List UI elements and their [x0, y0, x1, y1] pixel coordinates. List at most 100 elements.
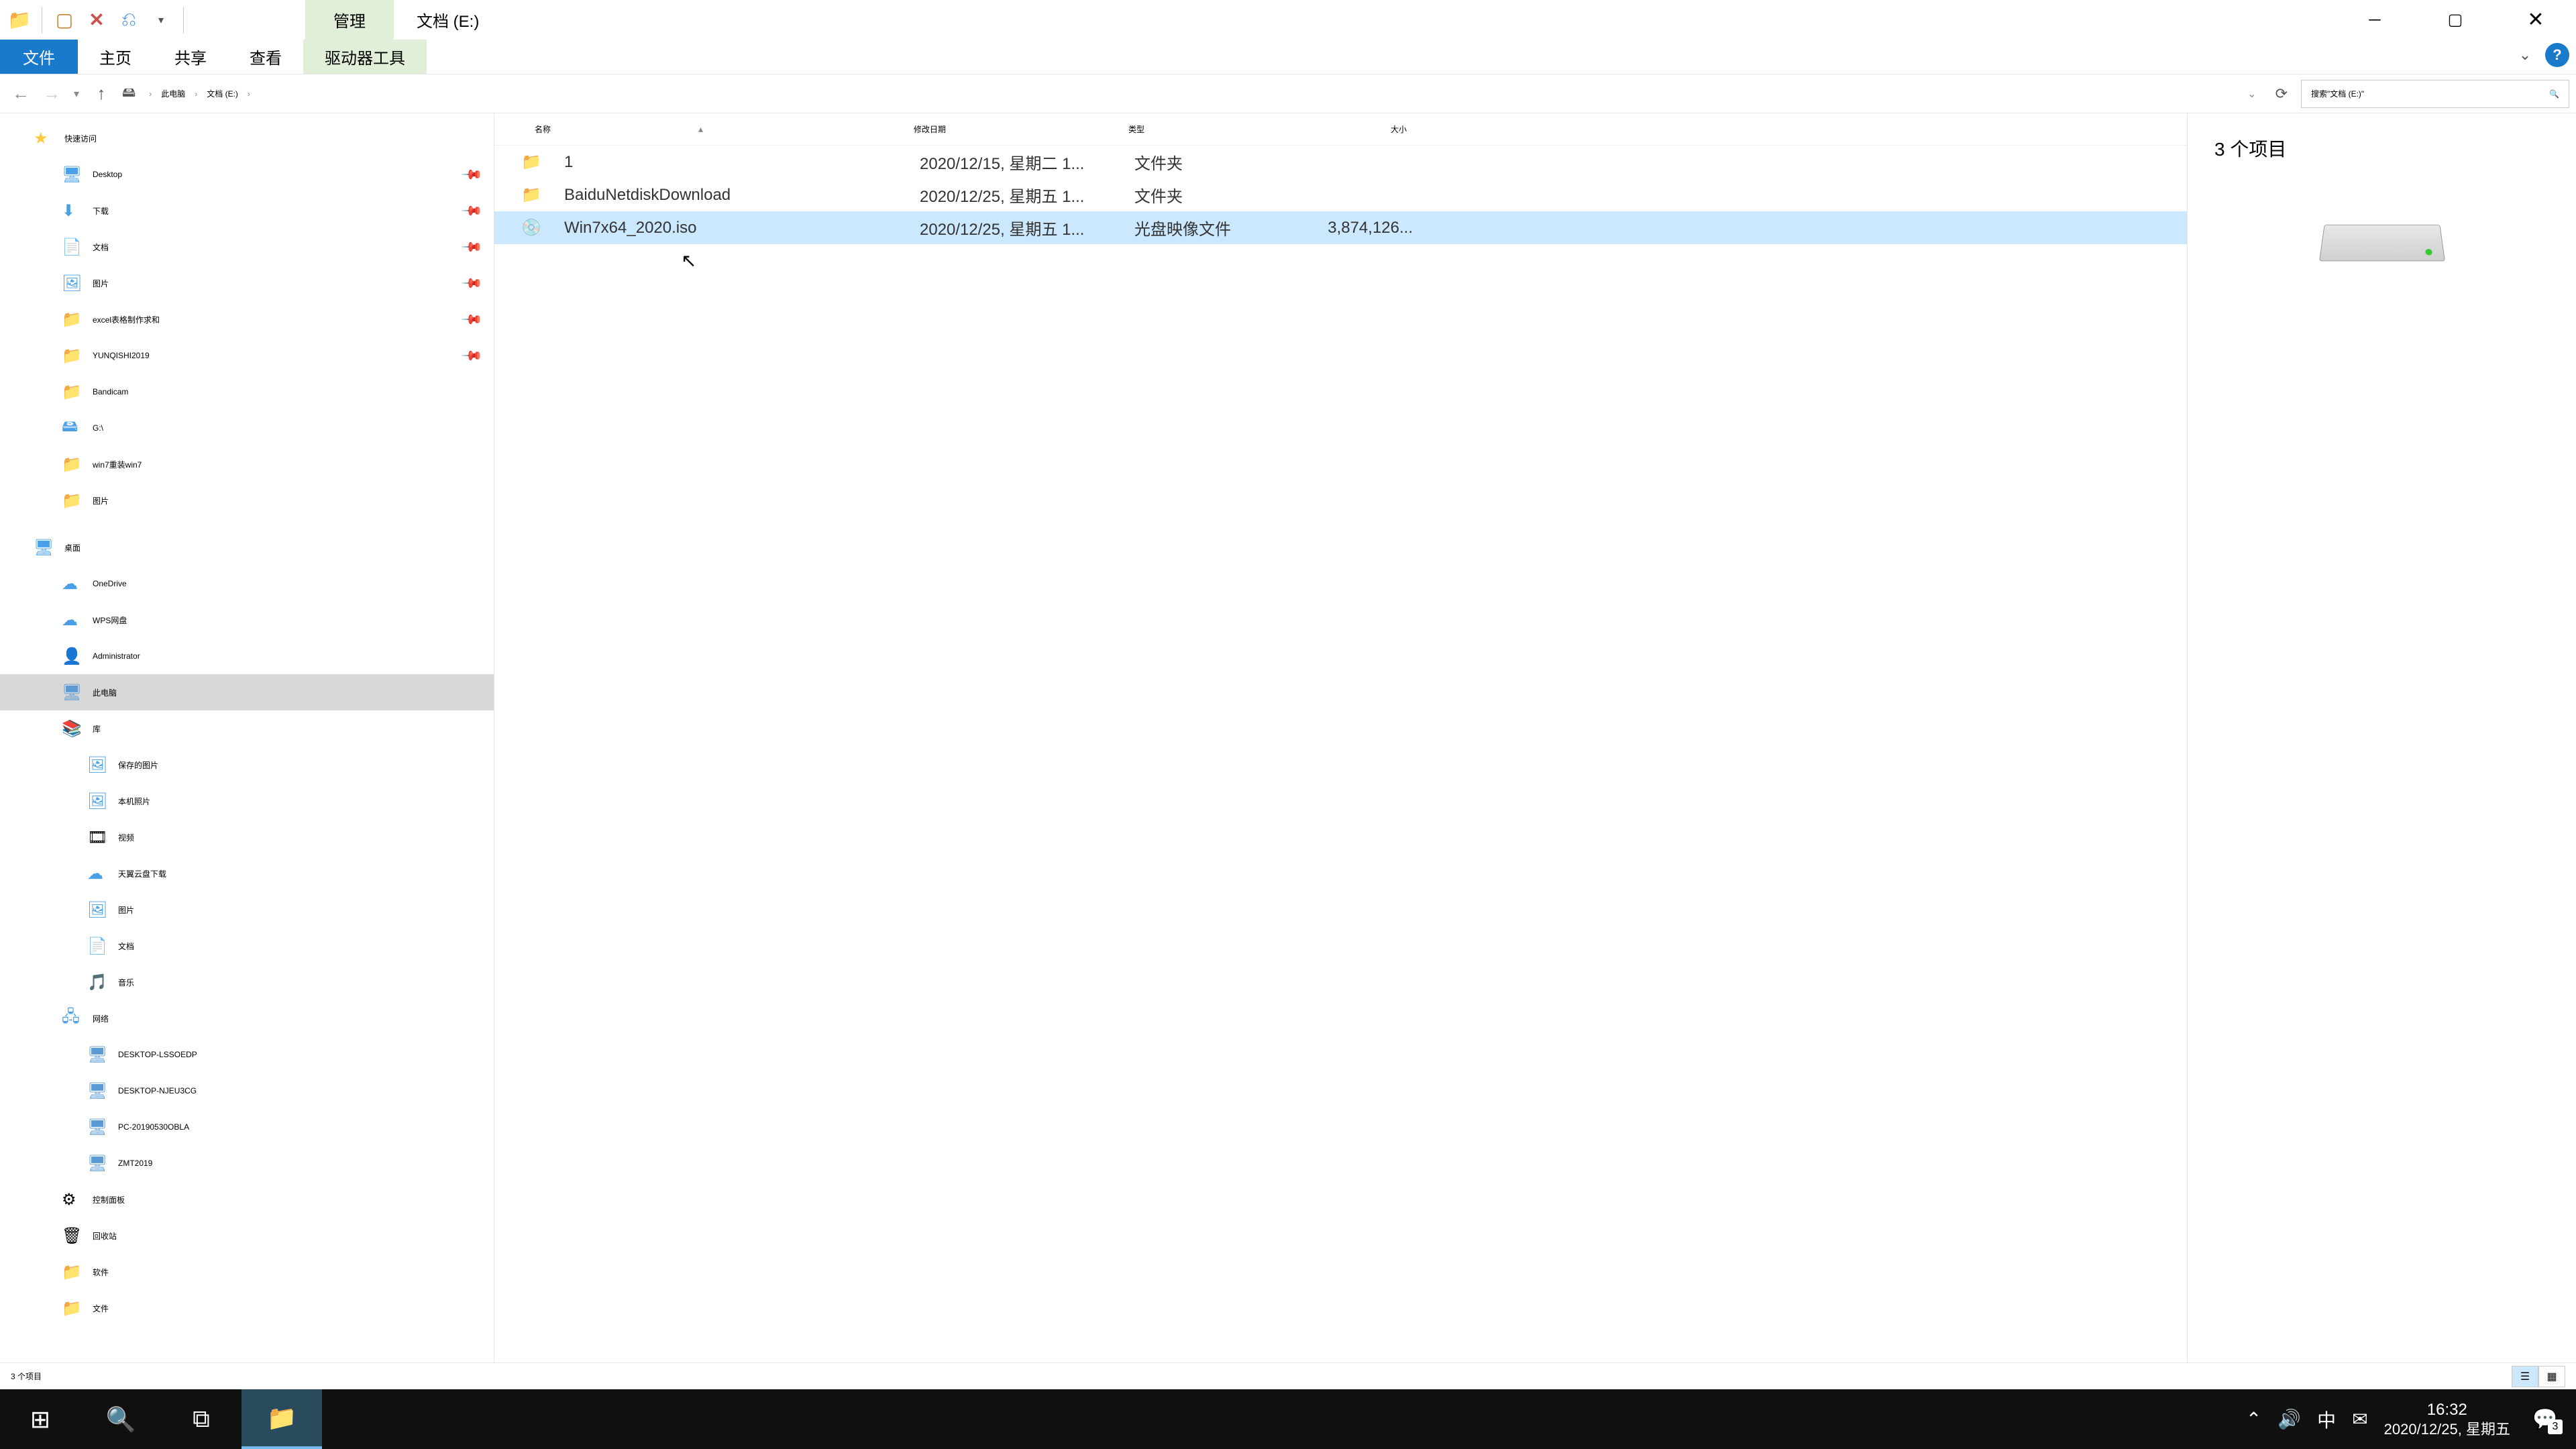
nav-tianyi[interactable]: ☁天翼云盘下载	[0, 855, 494, 892]
back-button[interactable]: ←	[7, 80, 35, 108]
breadcrumb-segment[interactable]: 文档 (E:)	[204, 88, 241, 99]
icons-view-button[interactable]: ▦	[2538, 1366, 2565, 1387]
expand-ribbon-icon[interactable]: ⌄	[2513, 43, 2537, 67]
nav-label: PC-20190530OBLA	[118, 1122, 189, 1132]
tab-view[interactable]: 查看	[228, 40, 303, 74]
nav-label: 网络	[93, 1013, 109, 1024]
tab-file[interactable]: 文件	[0, 40, 78, 74]
help-icon[interactable]: ?	[2545, 43, 2569, 67]
maximize-button[interactable]: ▢	[2415, 0, 2496, 40]
chevron-right-icon[interactable]: ›	[241, 89, 257, 99]
forward-button[interactable]: →	[38, 80, 66, 108]
folder-icon: 📁	[521, 152, 545, 172]
nav-quick-access[interactable]: ★快速访问	[0, 120, 494, 156]
delete-icon[interactable]: ✕	[83, 6, 111, 34]
file-row-selected[interactable]: 💿 Win7x64_2020.iso 2020/12/25, 星期五 1... …	[494, 211, 2187, 244]
status-bar: 3 个项目 ☰ ▦	[0, 1362, 2576, 1389]
tab-home[interactable]: 主页	[78, 40, 153, 74]
undo-icon[interactable]: ⎌	[115, 6, 143, 34]
nav-net-pc-3[interactable]: 🖥PC-20190530OBLA	[0, 1109, 494, 1145]
nav-desktop[interactable]: 🖥Desktop📌	[0, 156, 494, 193]
nav-network[interactable]: 🖧 网络	[0, 1000, 494, 1036]
search-input[interactable]: 搜索"文档 (E:)" 🔍	[2301, 80, 2569, 108]
chevron-right-icon[interactable]: ›	[142, 89, 158, 99]
nav-libraries[interactable]: 📚库	[0, 710, 494, 747]
nav-downloads[interactable]: ⬇下载📌	[0, 193, 494, 229]
nav-wps[interactable]: ☁WPS网盘	[0, 602, 494, 638]
folder-icon: 📁	[62, 1263, 86, 1282]
nav-desktop-root[interactable]: 🖥桌面	[0, 529, 494, 566]
details-view-button[interactable]: ☰	[2512, 1366, 2538, 1387]
chevron-right-icon[interactable]: ›	[188, 89, 204, 99]
nav-documents-2[interactable]: 📄文档	[0, 928, 494, 964]
nav-videos[interactable]: 🎞视频	[0, 819, 494, 855]
tab-share[interactable]: 共享	[153, 40, 228, 74]
navigation-pane[interactable]: ★快速访问 🖥Desktop📌 ⬇下载📌 📄文档📌 🖼图片📌 📁excel表格制…	[0, 113, 494, 1362]
col-name[interactable]: 名称▴	[521, 123, 900, 135]
nav-software[interactable]: 📁软件	[0, 1254, 494, 1290]
nav-label: 此电脑	[93, 687, 117, 698]
qat-dropdown-icon[interactable]: ▾	[147, 6, 175, 34]
search-icon[interactable]: 🔍	[2549, 89, 2559, 99]
item-count: 3 个项目	[2214, 135, 2549, 162]
status-text: 3 个项目	[11, 1371, 42, 1382]
tray-app-icon[interactable]: ✉	[2352, 1408, 2367, 1430]
action-center-icon[interactable]: 💬3	[2526, 1401, 2564, 1438]
cell-type: 文件夹	[1121, 150, 1299, 174]
nav-excel-folder[interactable]: 📁excel表格制作求和📌	[0, 301, 494, 337]
nav-pictures-2[interactable]: 📁图片	[0, 482, 494, 519]
nav-documents[interactable]: 📄文档📌	[0, 229, 494, 265]
breadcrumb-segment[interactable]: 此电脑	[158, 88, 188, 99]
nav-saved-pictures[interactable]: 🖼保存的图片	[0, 747, 494, 783]
breadcrumb[interactable]: 🖴 › 此电脑 › 文档 (E:) ›	[118, 80, 2239, 108]
nav-files[interactable]: 📁文件	[0, 1290, 494, 1326]
refresh-icon[interactable]: ⟳	[2269, 85, 2294, 103]
cell-size: 3,874,126...	[1299, 219, 1426, 237]
download-icon: ⬇	[62, 201, 86, 221]
task-view-button[interactable]: ⧉	[161, 1389, 241, 1449]
nav-camera-roll[interactable]: 🖼本机照片	[0, 783, 494, 819]
close-button[interactable]: ✕	[2496, 0, 2576, 40]
nav-pictures[interactable]: 🖼图片📌	[0, 265, 494, 301]
nav-recycle-bin[interactable]: 🗑回收站	[0, 1218, 494, 1254]
tray-chevron-up-icon[interactable]: ⌃	[2246, 1408, 2261, 1430]
nav-bandicam[interactable]: 📁Bandicam	[0, 374, 494, 410]
history-dropdown-icon[interactable]: ▾	[74, 87, 79, 101]
file-row[interactable]: 📁 BaiduNetdiskDownload 2020/12/25, 星期五 1…	[494, 178, 2187, 211]
drive-icon: 🖴	[122, 83, 136, 105]
nav-music[interactable]: 🎵音乐	[0, 964, 494, 1000]
nav-pictures-3[interactable]: 🖼图片	[0, 892, 494, 928]
properties-icon[interactable]: ▢	[50, 6, 78, 34]
search-button[interactable]: 🔍	[80, 1389, 161, 1449]
clock[interactable]: 16:32 2020/12/25, 星期五	[2384, 1399, 2510, 1440]
network-icon: 🖧	[62, 1005, 86, 1032]
taskbar-explorer[interactable]: 📁	[241, 1389, 322, 1449]
nav-net-pc-2[interactable]: 🖥DESKTOP-NJEU3CG	[0, 1073, 494, 1109]
view-toggles: ☰ ▦	[2512, 1366, 2565, 1387]
col-date[interactable]: 修改日期	[900, 123, 1115, 135]
nav-yunqishi[interactable]: 📁YUNQISHI2019📌	[0, 337, 494, 374]
nav-net-pc-4[interactable]: 🖥ZMT2019	[0, 1145, 494, 1181]
volume-icon[interactable]: 🔊	[2277, 1408, 2301, 1430]
start-button[interactable]: ⊞	[0, 1389, 80, 1449]
nav-this-pc[interactable]: 🖥此电脑	[0, 674, 494, 710]
minimize-button[interactable]: ─	[2334, 0, 2415, 40]
nav-gdrive[interactable]: 🖴G:\	[0, 410, 494, 446]
up-button[interactable]: ↑	[87, 80, 115, 108]
col-type[interactable]: 类型	[1115, 123, 1293, 135]
nav-administrator[interactable]: 👤Administrator	[0, 638, 494, 674]
ime-indicator[interactable]: 中	[2317, 1406, 2336, 1433]
file-row[interactable]: 📁 1 2020/12/15, 星期二 1... 文件夹	[494, 146, 2187, 178]
nav-control-panel[interactable]: ⚙控制面板	[0, 1181, 494, 1218]
file-rows[interactable]: 📁 1 2020/12/15, 星期二 1... 文件夹 📁 BaiduNetd…	[494, 146, 2187, 1362]
details-pane: 3 个项目	[2187, 113, 2576, 1362]
tab-drive-tools[interactable]: 驱动器工具	[303, 40, 427, 74]
music-icon: 🎵	[87, 973, 111, 992]
app-icon[interactable]: 📁	[5, 6, 34, 34]
nav-net-pc-1[interactable]: 🖥DESKTOP-LSSOEDP	[0, 1036, 494, 1073]
col-size[interactable]: 大小	[1293, 123, 1420, 135]
nav-label: Administrator	[93, 651, 140, 661]
nav-onedrive[interactable]: ☁OneDrive	[0, 566, 494, 602]
nav-win7-reinstall[interactable]: 📁win7重装win7	[0, 446, 494, 482]
address-dropdown-icon[interactable]: ⌄	[2247, 87, 2256, 101]
